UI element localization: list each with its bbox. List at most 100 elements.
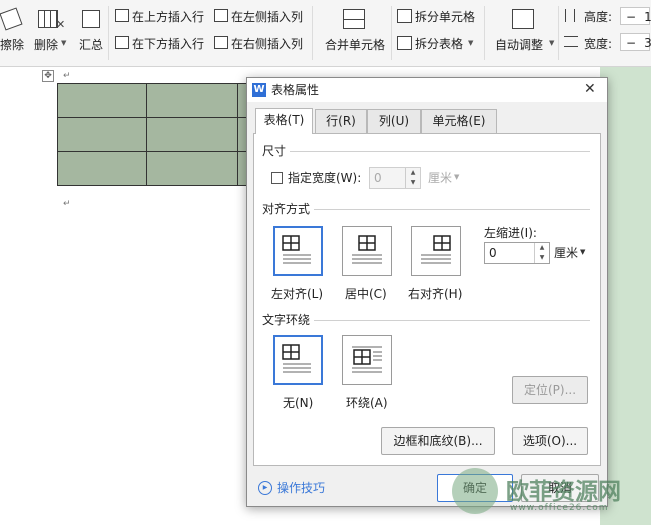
paragraph-mark: ↵ xyxy=(63,199,71,209)
minus-icon[interactable]: − xyxy=(626,10,636,24)
insert-col-left-icon xyxy=(214,9,228,22)
row-height-icon xyxy=(565,9,575,22)
width-spinner[interactable]: −3 xyxy=(620,33,651,51)
divider xyxy=(312,6,313,60)
wps-writer-logo-icon: W xyxy=(252,83,266,97)
align-center-icon xyxy=(352,235,382,264)
wrap-none-label: 无(N) xyxy=(283,396,314,410)
height-spinner[interactable]: −1 xyxy=(620,7,651,25)
width-label: 宽度: xyxy=(584,37,613,51)
minus-icon[interactable]: − xyxy=(626,36,636,50)
align-center-label: 居中(C) xyxy=(345,287,387,301)
size-group-label: 尺寸 xyxy=(262,144,287,158)
wrap-around-option[interactable] xyxy=(342,335,392,385)
delete-table-icon xyxy=(38,10,58,28)
insert-row-above-icon xyxy=(115,9,129,22)
split-table-button[interactable]: 拆分表格 xyxy=(415,37,463,51)
divider xyxy=(558,6,559,60)
align-right-icon xyxy=(421,235,451,264)
close-icon[interactable]: ✕ xyxy=(584,81,596,97)
position-button[interactable]: 定位(P)... xyxy=(512,376,588,404)
split-cells-icon xyxy=(397,9,412,23)
borders-shading-button[interactable]: 边框和底纹(B)... xyxy=(381,427,495,455)
table-cell[interactable] xyxy=(146,151,238,186)
summary-button[interactable]: 汇总 xyxy=(79,38,103,52)
align-left-label: 左对齐(L) xyxy=(271,287,324,301)
options-button[interactable]: 选项(O)... xyxy=(512,427,588,455)
indent-unit-select[interactable]: 厘米 xyxy=(554,246,578,260)
tab-column[interactable]: 列(U) xyxy=(367,109,421,133)
height-label: 高度: xyxy=(584,10,613,24)
divider xyxy=(108,6,109,60)
merge-cells-button[interactable]: 合并单元格 xyxy=(325,38,385,52)
split-table-icon xyxy=(397,36,412,50)
site-logo-watermark xyxy=(452,468,498,514)
auto-adjust-button[interactable]: 自动调整 xyxy=(495,38,543,52)
tab-cell[interactable]: 单元格(E) xyxy=(421,109,497,133)
left-indent-input[interactable]: 0 ▲ ▼ xyxy=(484,242,550,264)
insert-col-right-button[interactable]: 在右侧插入列 xyxy=(231,37,303,51)
wrap-around-icon xyxy=(352,346,382,373)
chevron-down-icon: ▼ xyxy=(549,39,555,47)
width-input[interactable]: 0 ▲ ▼ xyxy=(369,167,421,189)
split-cells-button[interactable]: 拆分单元格 xyxy=(415,10,475,24)
insert-col-right-icon xyxy=(214,36,228,49)
divider xyxy=(391,6,392,60)
insert-row-above-button[interactable]: 在上方插入行 xyxy=(132,10,204,24)
erase-button[interactable]: 擦除 xyxy=(0,38,24,52)
wrap-none-option[interactable] xyxy=(273,335,323,385)
watermark-text: 欧菲资源网 xyxy=(506,479,621,505)
width-value: 0 xyxy=(374,171,382,185)
paragraph-mark: ↵ xyxy=(63,71,71,81)
summary-icon xyxy=(82,10,100,28)
eraser-icon xyxy=(0,7,23,31)
divider xyxy=(314,320,590,321)
watermark-url: www.office26.com xyxy=(510,503,609,513)
col-width-icon xyxy=(564,36,578,47)
divider xyxy=(314,209,590,210)
table-cell[interactable] xyxy=(146,83,238,118)
left-indent-stepper[interactable]: ▲ ▼ xyxy=(534,243,549,263)
width-unit-select[interactable]: 厘米 xyxy=(428,171,452,185)
align-right-label: 右对齐(H) xyxy=(408,287,463,301)
delete-x-icon: ✕ xyxy=(56,18,66,31)
width-stepper[interactable]: ▲ ▼ xyxy=(405,168,420,188)
specify-width-label: 指定宽度(W): xyxy=(288,171,362,185)
wrap-none-icon xyxy=(282,344,311,373)
insert-row-below-icon xyxy=(115,36,129,49)
dialog-title: 表格属性 xyxy=(271,83,320,97)
table-cell[interactable] xyxy=(57,83,147,118)
play-circle-icon: ▶ xyxy=(258,481,272,495)
dialog-titlebar[interactable]: W 表格属性 ✕ xyxy=(247,78,607,102)
left-indent-value: 0 xyxy=(489,246,497,260)
chevron-down-icon: ▼ xyxy=(61,39,67,47)
alignment-group-label: 对齐方式 xyxy=(262,202,311,216)
tab-table[interactable]: 表格(T) xyxy=(255,108,313,134)
left-indent-label: 左缩进(I): xyxy=(484,226,537,240)
tab-panel-table: 尺寸 指定宽度(W): 0 ▲ ▼ 厘米 ▼ 对齐方式 左对齐(L) 居中(C) … xyxy=(253,133,601,466)
table-cell[interactable] xyxy=(57,117,147,152)
align-left-option[interactable] xyxy=(273,226,323,276)
merge-cells-icon xyxy=(343,9,365,29)
align-left-icon xyxy=(282,235,311,264)
insert-row-below-button[interactable]: 在下方插入行 xyxy=(132,37,204,51)
wrap-around-label: 环绕(A) xyxy=(346,396,388,410)
delete-button[interactable]: 删除 xyxy=(34,38,58,52)
chevron-down-icon: ▼ xyxy=(580,248,586,256)
align-right-option[interactable] xyxy=(411,226,461,276)
specify-width-checkbox[interactable] xyxy=(271,172,283,184)
align-center-option[interactable] xyxy=(342,226,392,276)
divider xyxy=(290,151,590,152)
table-properties-dialog: W 表格属性 ✕ 表格(T) 行(R) 列(U) 单元格(E) 尺寸 指定宽度(… xyxy=(246,77,608,507)
tab-row[interactable]: 行(R) xyxy=(315,109,367,133)
height-value: 1 xyxy=(644,10,651,24)
tips-link[interactable]: 操作技巧 xyxy=(277,481,325,495)
chevron-down-icon: ▼ xyxy=(468,39,474,47)
table-move-handle-icon[interactable]: ✥ xyxy=(42,70,54,82)
table-cell[interactable] xyxy=(146,117,238,152)
table-cell[interactable] xyxy=(57,151,147,186)
text-wrap-group-label: 文字环绕 xyxy=(262,313,311,327)
insert-col-left-button[interactable]: 在左侧插入列 xyxy=(231,10,303,24)
chevron-down-icon: ▼ xyxy=(454,173,460,181)
ribbon-toolbar: 擦除 ✕ 删除 ▼ 汇总 在上方插入行 在下方插入行 在左侧插入列 在右侧插入列… xyxy=(0,0,651,67)
